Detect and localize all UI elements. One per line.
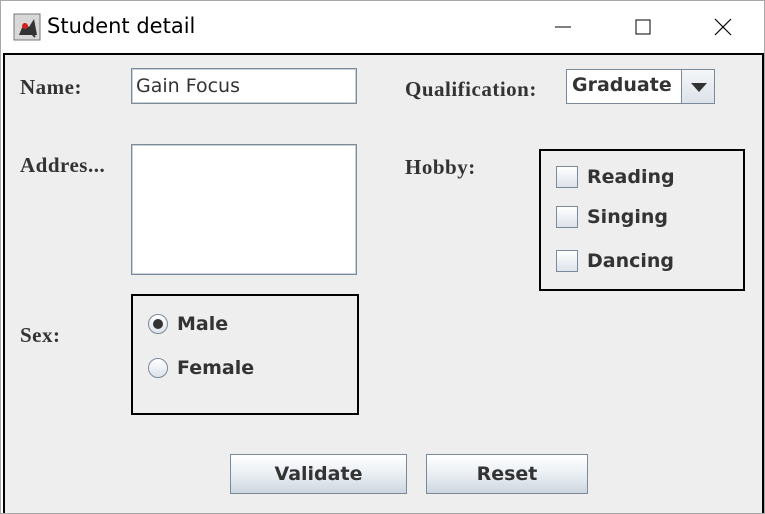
checkbox-reading[interactable]: Reading	[556, 166, 675, 188]
minimize-icon	[555, 26, 571, 28]
reset-button[interactable]: Reset	[426, 454, 588, 494]
address-textarea[interactable]	[131, 144, 357, 275]
radio-button-selected[interactable]	[148, 314, 168, 334]
maximize-button[interactable]	[613, 1, 673, 53]
checkbox-reading-label: Reading	[587, 166, 675, 188]
sex-radio-group: Male Female	[131, 294, 359, 415]
form-panel: Name: Gain Focus Addres... Sex: Male Fem…	[3, 53, 764, 513]
window-title: Student detail	[47, 14, 196, 38]
qualification-selected: Graduate	[572, 74, 672, 96]
close-icon	[714, 18, 732, 36]
java-duke-icon	[13, 13, 41, 41]
chevron-down-icon[interactable]	[681, 70, 714, 103]
checkbox[interactable]	[556, 166, 578, 188]
close-button[interactable]	[693, 1, 753, 53]
checkbox-dancing[interactable]: Dancing	[556, 250, 674, 272]
radio-female[interactable]: Female	[148, 357, 254, 379]
title-bar[interactable]: Student detail	[1, 1, 764, 53]
checkbox[interactable]	[556, 250, 578, 272]
name-input[interactable]: Gain Focus	[131, 68, 357, 104]
student-detail-window: Student detail Name: Gain Focus Addres..…	[0, 0, 765, 514]
sex-label: Sex:	[20, 323, 61, 347]
checkbox[interactable]	[556, 206, 578, 228]
radio-female-label: Female	[177, 357, 255, 379]
checkbox-singing[interactable]: Singing	[556, 206, 668, 228]
address-label: Addres...	[20, 153, 106, 177]
qualification-dropdown[interactable]: Graduate	[566, 69, 715, 104]
radio-button[interactable]	[148, 358, 168, 378]
minimize-button[interactable]	[533, 1, 593, 53]
hobby-label: Hobby:	[405, 155, 476, 179]
radio-male-label: Male	[177, 313, 229, 335]
hobby-checkbox-group: Reading Singing Dancing	[539, 149, 745, 291]
checkbox-dancing-label: Dancing	[587, 250, 675, 272]
checkbox-singing-label: Singing	[587, 206, 668, 228]
validate-button[interactable]: Validate	[230, 454, 407, 494]
qualification-label: Qualification:	[405, 77, 537, 101]
maximize-icon	[635, 19, 651, 35]
name-label: Name:	[20, 75, 82, 99]
radio-male[interactable]: Male	[148, 313, 228, 335]
